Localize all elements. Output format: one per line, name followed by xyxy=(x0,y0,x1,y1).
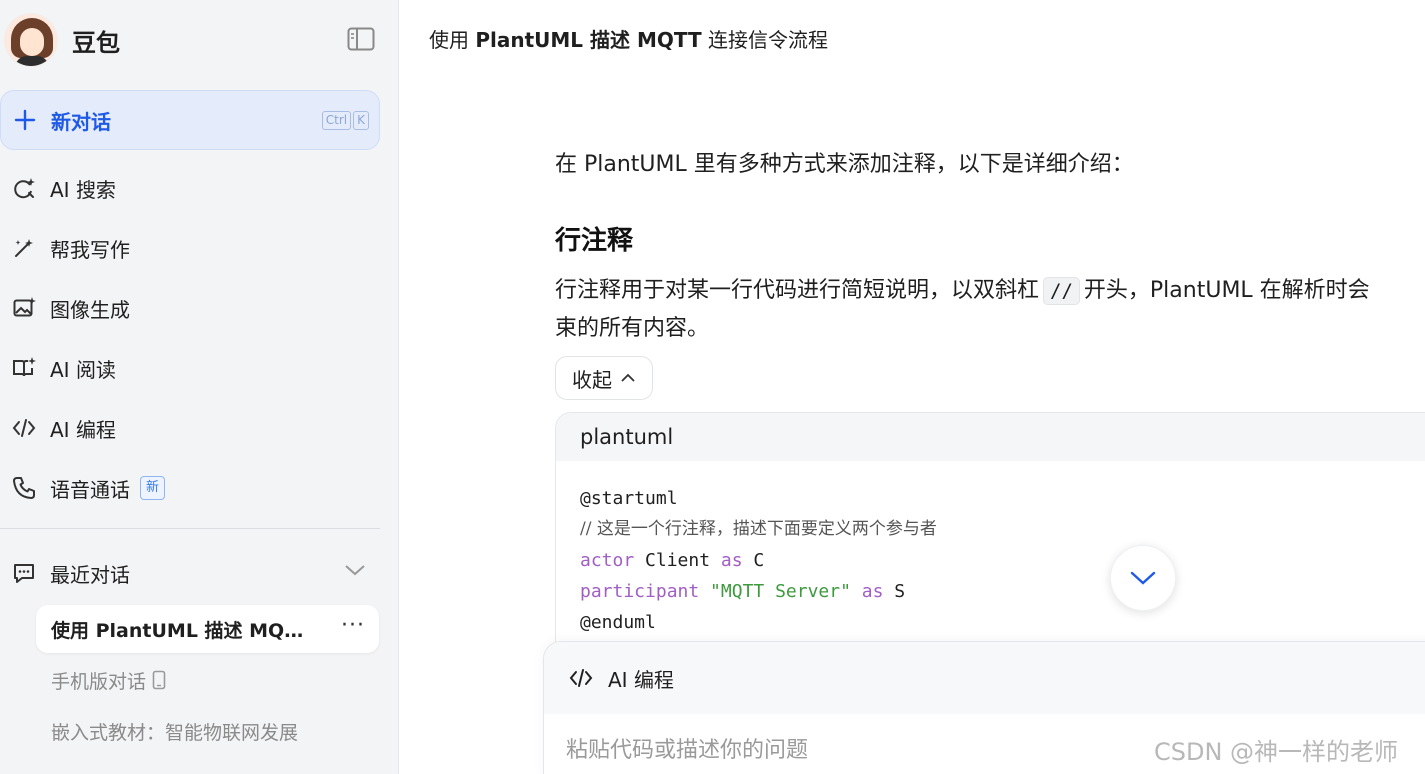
new-chat-label: 新对话 xyxy=(51,109,111,134)
conversation-title: 使用 PlantUML 描述 MQTT 连接信令流程 xyxy=(429,28,829,52)
chat-item-title: 手机版对话 xyxy=(51,670,147,693)
composer-mode-label: AI 编程 xyxy=(608,667,674,692)
code-icon xyxy=(10,414,38,442)
shortcut-key-ctrl: Ctrl xyxy=(321,111,352,130)
search-spark-icon xyxy=(10,174,38,202)
code-body[interactable]: @startuml // 这是一个行注释，描述下面要定义两个参与者 actor … xyxy=(556,461,1425,660)
sidebar-item-label: AI 编程 xyxy=(50,417,116,442)
composer: AI 编程 xyxy=(543,641,1425,774)
collapse-button[interactable]: 收起 xyxy=(555,356,653,400)
section-heading: 行注释 xyxy=(555,226,634,256)
chat-bubble-icon xyxy=(10,559,38,587)
shortcut-hint: Ctrl K xyxy=(321,111,369,130)
chevron-down-icon[interactable] xyxy=(344,562,366,581)
code-line: // 这是一个行注释，描述下面要定义两个参与者 xyxy=(580,519,937,539)
brand[interactable]: 豆包 xyxy=(4,12,120,68)
inline-code: // xyxy=(1043,277,1080,305)
brand-name: 豆包 xyxy=(72,28,120,57)
magic-pen-icon xyxy=(10,234,38,262)
sidebar-item-voice-call[interactable]: 语音通话 新 xyxy=(0,461,380,515)
image-spark-icon xyxy=(10,294,38,322)
sidebar-item-label: 语音通话 xyxy=(50,477,130,502)
new-chat-button[interactable]: 新对话 Ctrl K xyxy=(0,90,380,150)
sidebar-item-label: AI 搜索 xyxy=(50,177,116,202)
sidebar-toggle-icon[interactable] xyxy=(346,26,376,52)
sidebar-item-image-gen[interactable]: 图像生成 xyxy=(0,281,380,335)
new-badge: 新 xyxy=(140,476,166,500)
intro-text: 在 PlantUML 里有多种方式来添加注释，以下是详细介绍： xyxy=(555,152,1134,177)
code-line: @startuml xyxy=(580,488,678,509)
recent-chats-label: 最近对话 xyxy=(50,562,130,587)
sidebar-item-label: AI 阅读 xyxy=(50,357,116,382)
sidebar-item-writing[interactable]: 帮我写作 xyxy=(0,221,380,275)
code-icon xyxy=(568,665,594,691)
composer-input[interactable] xyxy=(566,738,1126,763)
chat-item-title: 嵌入式教材：智能物联网发展 xyxy=(51,721,299,744)
main-panel: 使用 PlantUML 描述 MQTT 连接信令流程 在 PlantUML 里有… xyxy=(399,0,1425,774)
sidebar-item-ai-coding[interactable]: AI 编程 xyxy=(0,401,380,455)
chat-item-title: 使用 PlantUML 描述 MQTT ... xyxy=(51,619,313,642)
sidebar-item-label: 帮我写作 xyxy=(50,237,130,262)
recent-chat-item-active[interactable]: 使用 PlantUML 描述 MQTT ... ··· xyxy=(36,605,379,653)
shortcut-key-k: K xyxy=(353,111,369,130)
avatar xyxy=(4,13,58,67)
code-line: @enduml xyxy=(580,612,656,633)
book-spark-icon xyxy=(10,354,38,382)
sidebar-divider xyxy=(0,528,380,529)
mobile-phone-icon xyxy=(152,670,166,690)
sidebar: 豆包 新对话 Ctrl K AI 搜索 帮我写作 图像生成 AI 阅读 AI 编… xyxy=(0,0,399,774)
recent-chat-item[interactable]: 手机版对话 xyxy=(36,656,379,704)
chevron-down-icon xyxy=(1130,571,1156,585)
code-line: participant "MQTT Server" as S xyxy=(580,581,906,602)
code-block-header: plantuml xyxy=(556,413,1425,461)
recent-chat-item[interactable]: 嵌入式教材：智能物联网发展 xyxy=(36,707,379,755)
code-language: plantuml xyxy=(580,425,674,449)
more-options-icon[interactable]: ··· xyxy=(341,613,365,638)
plus-icon xyxy=(13,108,37,132)
code-line: actor Client as C xyxy=(580,550,765,571)
code-block: plantuml @startuml // 这是一个行注释，描述下面要定义两个参… xyxy=(555,412,1425,672)
sidebar-item-ai-reading[interactable]: AI 阅读 xyxy=(0,341,380,395)
app-window: 豆包 新对话 Ctrl K AI 搜索 帮我写作 图像生成 AI 阅读 AI 编… xyxy=(0,0,1425,774)
paragraph: 行注释用于对某一行代码进行简短说明，以双斜杠//开头，PlantUML 在解析时… xyxy=(555,277,1370,341)
sidebar-item-label: 图像生成 xyxy=(50,297,130,322)
composer-mode-bar[interactable]: AI 编程 xyxy=(544,642,1425,714)
scroll-to-bottom-button[interactable] xyxy=(1110,545,1176,611)
recent-chats-header[interactable]: 最近对话 xyxy=(0,548,380,598)
sidebar-item-ai-search[interactable]: AI 搜索 xyxy=(0,161,380,215)
phone-icon xyxy=(10,474,38,502)
chevron-up-icon xyxy=(621,373,635,382)
